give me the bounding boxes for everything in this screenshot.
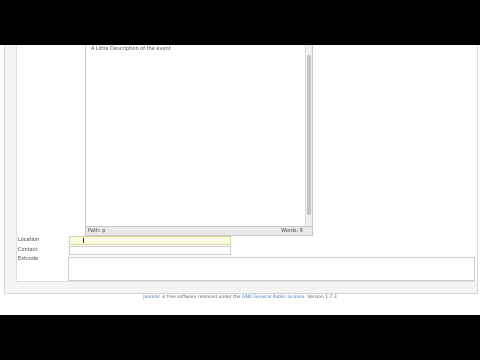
extcode-field[interactable]: [68, 257, 475, 281]
text-cursor-icon: [83, 238, 84, 243]
editor-statusbar: Path: p Words: 6: [85, 226, 313, 236]
footer-text: is free software released under the: [160, 295, 242, 300]
contact-label: Contact: [18, 247, 38, 253]
joomla-link[interactable]: Joomla!: [143, 295, 160, 300]
version-text: . Version 1.7.3: [304, 295, 337, 300]
word-count: Words: 6: [281, 228, 303, 234]
location-field[interactable]: [69, 236, 231, 245]
extcode-label: Extcode: [18, 256, 39, 262]
browser-viewport: A Little Description of the event ▾ Path…: [0, 45, 480, 315]
gpl-license-link[interactable]: GNU General Public License: [242, 295, 304, 300]
scrollbar-thumb[interactable]: [307, 55, 311, 215]
contact-field[interactable]: [69, 246, 231, 255]
editor-content[interactable]: A Little Description of the event: [91, 46, 171, 52]
editor-scrollbar[interactable]: ▾: [305, 45, 312, 233]
page-footer: Joomla! is free software released under …: [0, 295, 480, 300]
editor-path: Path: p: [88, 228, 106, 234]
description-editor[interactable]: A Little Description of the event ▾: [85, 45, 313, 234]
location-label: Location: [18, 237, 40, 243]
